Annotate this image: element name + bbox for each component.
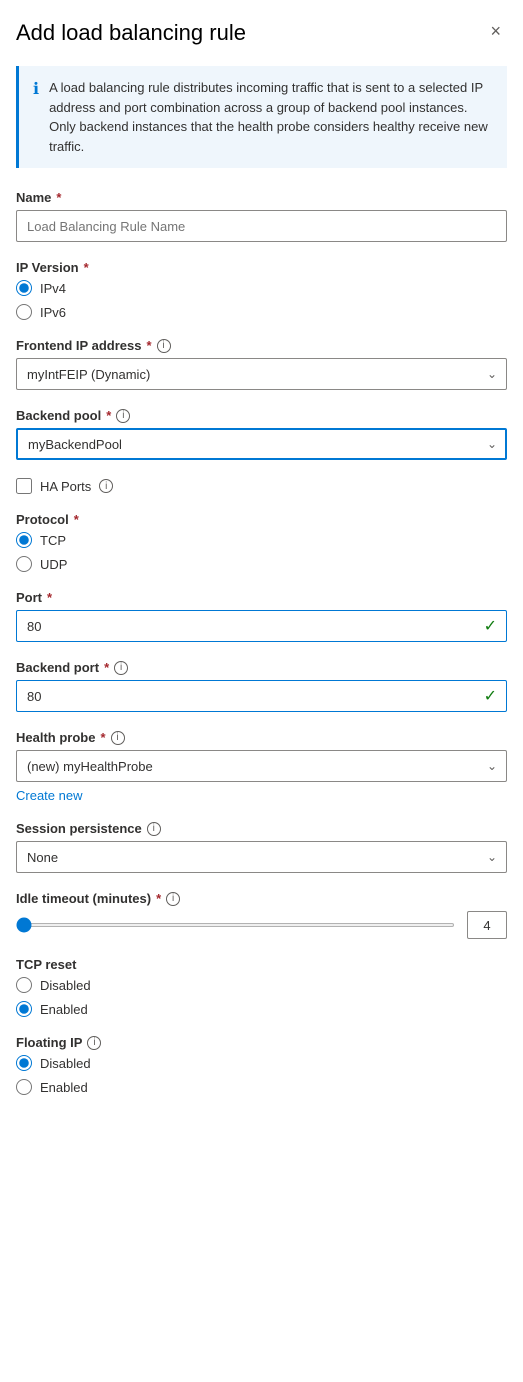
protocol-tcp-label: TCP [40, 533, 66, 548]
idle-timeout-slider[interactable] [16, 923, 455, 927]
port-input-wrapper: ✓ [16, 610, 507, 642]
protocol-udp-radio[interactable] [16, 556, 32, 572]
name-label: Name * [16, 190, 507, 205]
port-field-group: Port * ✓ [16, 590, 507, 642]
ip-version-ipv6-option[interactable]: IPv6 [16, 304, 507, 320]
backend-port-check-icon: ✓ [484, 686, 497, 706]
idle-timeout-value: 4 [467, 911, 507, 939]
backend-port-info-icon[interactable]: i [114, 661, 128, 675]
floating-ip-label: Floating IP i [16, 1035, 507, 1050]
floating-ip-enabled-label: Enabled [40, 1080, 88, 1095]
backend-port-required-star: * [104, 660, 109, 675]
frontend-ip-dropdown-wrapper: myIntFEIP (Dynamic) ⌄ [16, 358, 507, 390]
ip-version-ipv6-label: IPv6 [40, 305, 66, 320]
health-probe-info-icon[interactable]: i [111, 731, 125, 745]
backend-port-input-wrapper: ✓ [16, 680, 507, 712]
idle-timeout-field-group: Idle timeout (minutes) * i 4 [16, 891, 507, 939]
add-load-balancing-rule-panel: Add load balancing rule × ℹ A load balan… [0, 0, 523, 1143]
backend-port-input[interactable] [16, 680, 507, 712]
ip-version-required-star: * [84, 260, 89, 275]
ip-version-field-group: IP Version * IPv4 IPv6 [16, 260, 507, 320]
idle-timeout-label: Idle timeout (minutes) * i [16, 891, 507, 906]
panel-header: Add load balancing rule × [16, 20, 507, 46]
floating-ip-field-group: Floating IP i Disabled Enabled [16, 1035, 507, 1095]
ip-version-ipv6-radio[interactable] [16, 304, 32, 320]
tcp-reset-enabled-option[interactable]: Enabled [16, 1001, 507, 1017]
port-input[interactable] [16, 610, 507, 642]
backend-pool-dropdown-wrapper: myBackendPool ⌄ [16, 428, 507, 460]
port-label: Port * [16, 590, 507, 605]
idle-timeout-info-icon[interactable]: i [166, 892, 180, 906]
ha-ports-checkbox-item[interactable]: HA Ports i [16, 478, 507, 494]
health-probe-field-group: Health probe * i (new) myHealthProbe ⌄ C… [16, 730, 507, 803]
health-probe-dropdown-wrapper: (new) myHealthProbe ⌄ [16, 750, 507, 782]
info-icon: ℹ [33, 79, 39, 99]
idle-timeout-required-star: * [156, 891, 161, 906]
info-box: ℹ A load balancing rule distributes inco… [16, 66, 507, 168]
tcp-reset-disabled-option[interactable]: Disabled [16, 977, 507, 993]
floating-ip-radio-group: Disabled Enabled [16, 1055, 507, 1095]
floating-ip-info-icon[interactable]: i [87, 1036, 101, 1050]
backend-port-label: Backend port * i [16, 660, 507, 675]
panel-title: Add load balancing rule [16, 20, 246, 46]
protocol-radio-group: TCP UDP [16, 532, 507, 572]
idle-timeout-slider-wrapper: 4 [16, 911, 507, 939]
floating-ip-disabled-option[interactable]: Disabled [16, 1055, 507, 1071]
session-persistence-dropdown[interactable]: None [16, 841, 507, 873]
ip-version-ipv4-radio[interactable] [16, 280, 32, 296]
frontend-ip-info-icon[interactable]: i [157, 339, 171, 353]
session-persistence-field-group: Session persistence i None ⌄ [16, 821, 507, 873]
ha-ports-info-icon[interactable]: i [99, 479, 113, 493]
tcp-reset-radio-group: Disabled Enabled [16, 977, 507, 1017]
protocol-udp-label: UDP [40, 557, 67, 572]
ip-version-ipv4-label: IPv4 [40, 281, 66, 296]
backend-pool-dropdown[interactable]: myBackendPool [16, 428, 507, 460]
session-persistence-dropdown-wrapper: None ⌄ [16, 841, 507, 873]
backend-port-field-group: Backend port * i ✓ [16, 660, 507, 712]
frontend-ip-dropdown[interactable]: myIntFEIP (Dynamic) [16, 358, 507, 390]
ha-ports-label: HA Ports [40, 479, 91, 494]
ha-ports-field-group: HA Ports i [16, 478, 507, 494]
backend-pool-field-group: Backend pool * i myBackendPool ⌄ [16, 408, 507, 460]
info-text: A load balancing rule distributes incomi… [49, 78, 493, 156]
ip-version-radio-group: IPv4 IPv6 [16, 280, 507, 320]
floating-ip-enabled-radio[interactable] [16, 1079, 32, 1095]
protocol-label: Protocol * [16, 512, 507, 527]
tcp-reset-field-group: TCP reset Disabled Enabled [16, 957, 507, 1017]
tcp-reset-disabled-radio[interactable] [16, 977, 32, 993]
protocol-udp-option[interactable]: UDP [16, 556, 507, 572]
session-persistence-label: Session persistence i [16, 821, 507, 836]
floating-ip-enabled-option[interactable]: Enabled [16, 1079, 507, 1095]
tcp-reset-disabled-label: Disabled [40, 978, 91, 993]
floating-ip-disabled-label: Disabled [40, 1056, 91, 1071]
tcp-reset-enabled-label: Enabled [40, 1002, 88, 1017]
frontend-ip-field-group: Frontend IP address * i myIntFEIP (Dynam… [16, 338, 507, 390]
floating-ip-disabled-radio[interactable] [16, 1055, 32, 1071]
health-probe-dropdown[interactable]: (new) myHealthProbe [16, 750, 507, 782]
ip-version-label: IP Version * [16, 260, 507, 275]
protocol-required-star: * [74, 512, 79, 527]
frontend-ip-label: Frontend IP address * i [16, 338, 507, 353]
port-required-star: * [47, 590, 52, 605]
name-required-star: * [56, 190, 61, 205]
frontend-ip-required-star: * [146, 338, 151, 353]
close-button[interactable]: × [484, 20, 507, 42]
backend-pool-info-icon[interactable]: i [116, 409, 130, 423]
create-new-link[interactable]: Create new [16, 788, 507, 803]
name-field-group: Name * [16, 190, 507, 242]
ha-ports-checkbox[interactable] [16, 478, 32, 494]
protocol-tcp-option[interactable]: TCP [16, 532, 507, 548]
tcp-reset-enabled-radio[interactable] [16, 1001, 32, 1017]
ip-version-ipv4-option[interactable]: IPv4 [16, 280, 507, 296]
protocol-field-group: Protocol * TCP UDP [16, 512, 507, 572]
backend-pool-label: Backend pool * i [16, 408, 507, 423]
name-input[interactable] [16, 210, 507, 242]
backend-pool-required-star: * [106, 408, 111, 423]
health-probe-label: Health probe * i [16, 730, 507, 745]
health-probe-required-star: * [100, 730, 105, 745]
session-persistence-info-icon[interactable]: i [147, 822, 161, 836]
protocol-tcp-radio[interactable] [16, 532, 32, 548]
tcp-reset-label: TCP reset [16, 957, 507, 972]
port-check-icon: ✓ [484, 616, 497, 636]
